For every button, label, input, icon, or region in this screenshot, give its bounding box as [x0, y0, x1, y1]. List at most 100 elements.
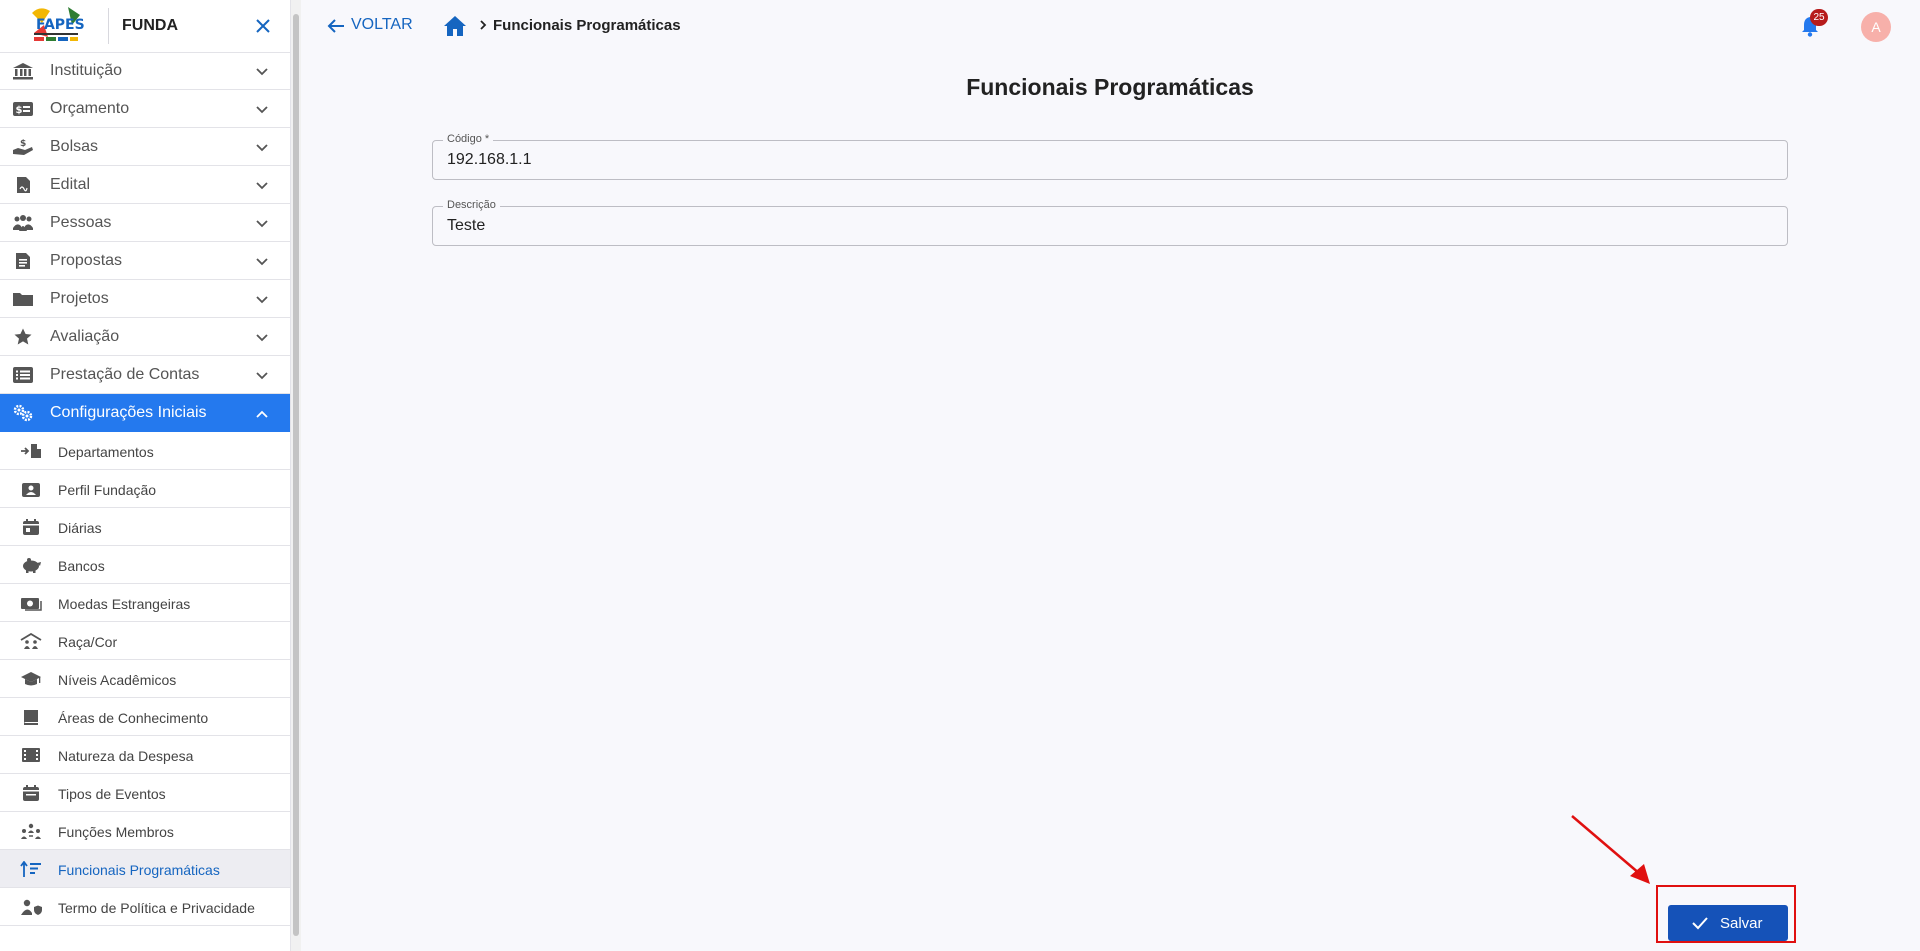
sidebar-subitem-niveis-academicos[interactable]: Níveis Acadêmicos: [0, 660, 290, 698]
sidebar-subitem-moedas-estrangeiras[interactable]: Moedas Estrangeiras: [0, 584, 290, 622]
descricao-label: Descrição: [443, 199, 500, 211]
sidebar-subitem-funcionais-programaticas[interactable]: Funcionais Programáticas: [0, 850, 290, 888]
app-name: FUNDA: [122, 17, 178, 34]
sidebar-subitem-label: Moedas Estrangeiras: [58, 596, 191, 612]
sidebar-item-label: Pessoas: [50, 214, 112, 231]
sidebar-subitem-perfil-fundacao[interactable]: Perfil Fundação: [0, 470, 290, 508]
annotation-arrow: [1571, 815, 1650, 884]
back-label: VOLTAR: [351, 16, 413, 33]
list-icon: [13, 367, 33, 383]
chevron-down-icon: [256, 182, 268, 190]
sidebar-subitem-label: Departamentos: [58, 444, 154, 460]
calendar-event-icon: [23, 785, 39, 801]
sidebar-subitem-label: Níveis Acadêmicos: [58, 672, 177, 688]
people-icon: [13, 215, 33, 231]
book-icon: [24, 710, 38, 725]
piggy-bank-icon: [23, 558, 41, 573]
film-icon: [22, 748, 40, 762]
sidebar-item-label: Propostas: [50, 252, 123, 269]
chevron-down-icon: [256, 106, 268, 114]
people-roof-icon: [20, 633, 42, 649]
file-text-icon: [16, 253, 30, 269]
chevron-down-icon: [256, 372, 268, 380]
sidebar-item-bolsas[interactable]: $ Bolsas: [0, 128, 290, 166]
sidebar-subitem-label: Áreas de Conhecimento: [58, 710, 209, 726]
svg-text:$: $: [20, 139, 26, 149]
codigo-input[interactable]: [447, 150, 1767, 170]
sidebar-item-projetos[interactable]: Projetos: [0, 280, 290, 318]
close-icon[interactable]: [253, 16, 273, 36]
sidebar-subitem-areas-de-conhecimento[interactable]: Áreas de Conhecimento: [0, 698, 290, 736]
sidebar: FAPES FUNDA Instituição $ Orçamento $ Bo…: [0, 0, 291, 951]
sidebar-subitem-label: Funções Membros: [58, 824, 174, 840]
sidebar-scrollbar[interactable]: [290, 0, 301, 951]
money-card-icon: $: [13, 102, 33, 116]
sidebar-subitem-label: Natureza da Despesa: [58, 748, 194, 764]
hand-coin-icon: $: [13, 139, 33, 155]
sidebar-subitem-raca-cor[interactable]: Raça/Cor: [0, 622, 290, 660]
sidebar-subitem-label: Perfil Fundação: [58, 482, 157, 498]
money-bill-icon: [21, 598, 42, 611]
sidebar-scrollbar-thumb[interactable]: [293, 14, 299, 936]
sidebar-item-avaliacao[interactable]: Avaliação: [0, 318, 290, 356]
page-title: Funcionais Programáticas: [966, 74, 1254, 100]
fapes-logo: FAPES: [30, 7, 84, 45]
user-shield-icon: [21, 899, 42, 915]
notification-badge: 25: [1810, 9, 1828, 26]
sidebar-item-label: Edital: [50, 176, 91, 193]
sidebar-subitem-label: Termo de Política e Privacidade: [58, 900, 255, 916]
graduation-cap-icon: [21, 672, 41, 686]
sidebar-item-label: Configurações Iniciais: [50, 404, 207, 421]
chevron-down-icon: [256, 258, 268, 266]
chevron-down-icon: [256, 220, 268, 228]
sidebar-item-label: Bolsas: [50, 138, 99, 155]
codigo-label: Código *: [443, 133, 494, 145]
sidebar-item-label: Prestação de Contas: [50, 366, 200, 383]
sidebar-item-prestacao-de-contas[interactable]: Prestação de Contas: [0, 356, 290, 394]
chevron-down-icon: [256, 144, 268, 152]
gears-icon: [13, 404, 33, 422]
document-signature-icon: [17, 177, 30, 193]
sidebar-subitem-tipos-de-eventos[interactable]: Tipos de Eventos: [0, 774, 290, 812]
sidebar-subitem-bancos[interactable]: Bancos: [0, 546, 290, 584]
sidebar-subitem-label: Funcionais Programáticas: [58, 862, 220, 878]
folder-icon: [13, 293, 33, 306]
sidebar-subitem-label: Bancos: [58, 558, 105, 574]
sidebar-subitem-natureza-da-despesa[interactable]: Natureza da Despesa: [0, 736, 290, 774]
sidebar-item-edital[interactable]: Edital: [0, 166, 290, 204]
sidebar-subitem-diarias[interactable]: Diárias: [0, 508, 290, 546]
check-icon: [1692, 917, 1708, 930]
star-icon: [14, 328, 32, 345]
chevron-right-icon: [480, 20, 487, 30]
chevron-down-icon: [256, 334, 268, 342]
sidebar-subitem-label: Diárias: [58, 520, 102, 536]
arrow-left-icon: [327, 19, 344, 33]
building-arrow-icon: [21, 444, 41, 458]
id-badge-icon: [22, 483, 40, 497]
svg-text:FAPES: FAPES: [36, 17, 84, 33]
descricao-input[interactable]: [447, 216, 1767, 236]
calendar-icon: [23, 519, 39, 535]
save-button[interactable]: Salvar: [1668, 905, 1788, 941]
sidebar-item-propostas[interactable]: Propostas: [0, 242, 290, 280]
sidebar-subitem-funcoes-membros[interactable]: Funções Membros: [0, 812, 290, 850]
sidebar-item-label: Projetos: [50, 290, 109, 307]
header-divider: [108, 8, 109, 44]
sidebar-subitem-label: Tipos de Eventos: [58, 786, 166, 802]
sidebar-item-label: Orçamento: [50, 100, 130, 117]
chevron-up-icon: [256, 410, 268, 418]
avatar[interactable]: A: [1861, 12, 1891, 42]
svg-text:$: $: [16, 105, 23, 116]
sidebar-subitem-label: Raça/Cor: [58, 634, 118, 650]
home-icon[interactable]: [443, 15, 467, 37]
codigo-field[interactable]: Código *: [432, 133, 1788, 180]
descricao-field[interactable]: Descrição: [432, 199, 1788, 246]
sidebar-header: FAPES FUNDA: [0, 0, 290, 53]
sidebar-subitem-termo-de-politica-e-privacidade[interactable]: Termo de Política e Privacidade: [0, 888, 290, 926]
sidebar-item-configuracoes-iniciais[interactable]: Configurações Iniciais: [0, 394, 290, 432]
sidebar-subitem-departamentos[interactable]: Departamentos: [0, 432, 290, 470]
sidebar-item-label: Avaliação: [50, 328, 120, 345]
sidebar-item-pessoas[interactable]: Pessoas: [0, 204, 290, 242]
save-label: Salvar: [1720, 915, 1763, 932]
sort-amount-icon: [20, 861, 41, 877]
